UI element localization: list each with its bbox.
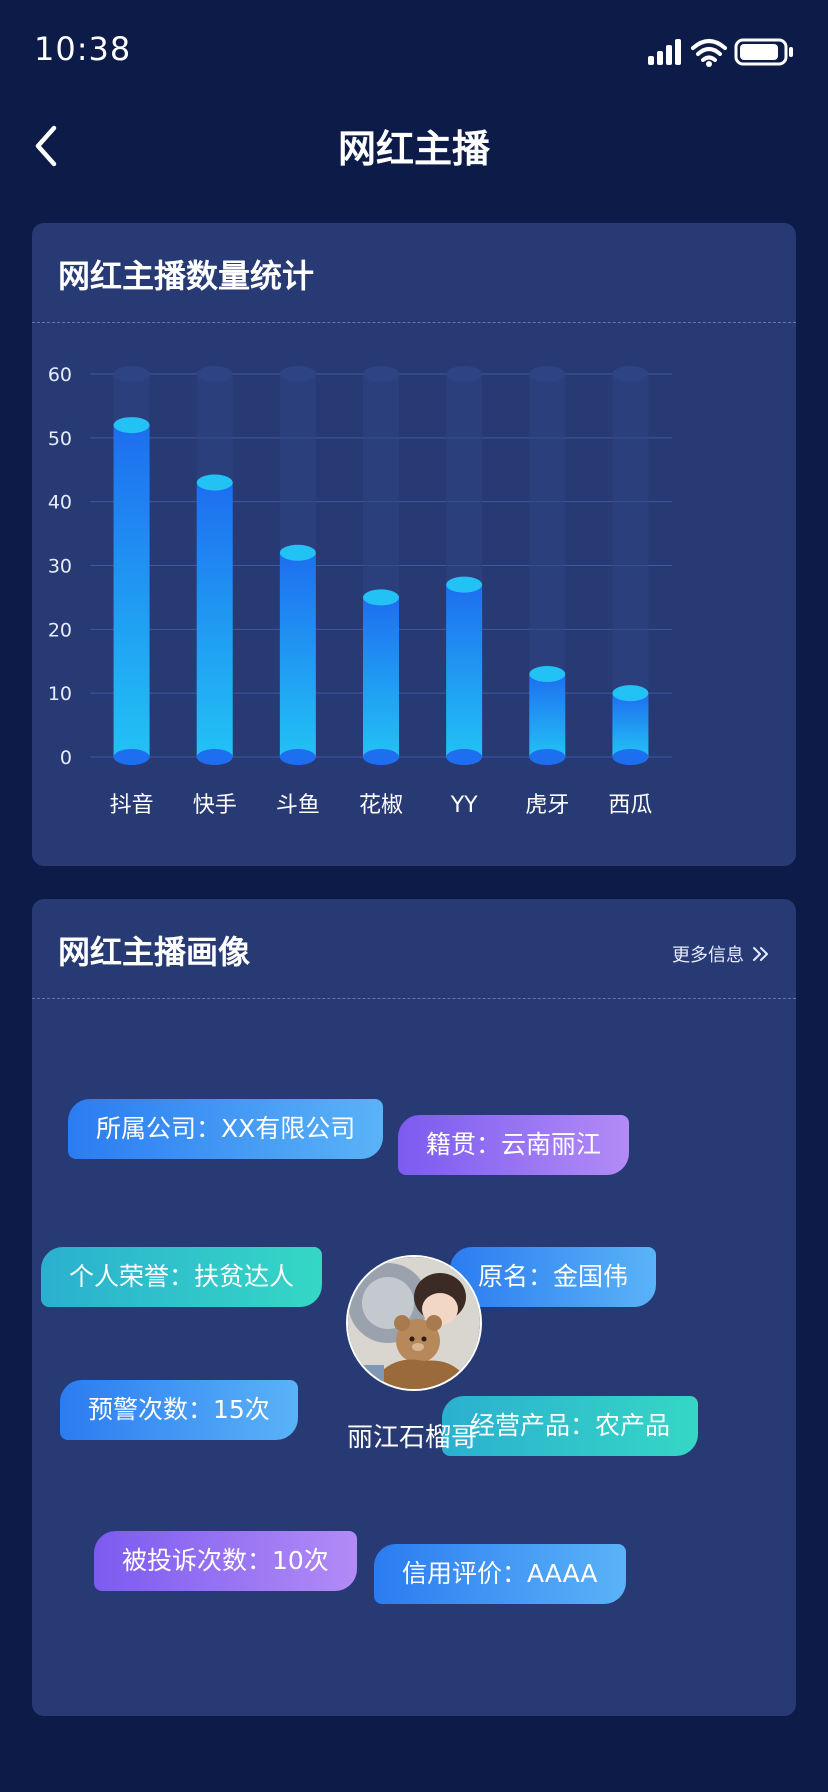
- nav-bar: 网红主播: [0, 100, 828, 190]
- bar-track-cap: [363, 366, 399, 382]
- y-tick-label: 30: [48, 556, 72, 578]
- page-title: 网红主播: [337, 127, 490, 171]
- y-tick-label: 50: [48, 428, 72, 450]
- bar-cap: [196, 474, 233, 491]
- tag-honor[interactable]: 个人荣誉：扶贫达人: [41, 1247, 323, 1307]
- bar[interactable]: [196, 482, 233, 757]
- bar-base: [113, 749, 150, 765]
- tag-warning-count[interactable]: 预警次数：15次: [60, 1380, 298, 1440]
- tag-hometown[interactable]: 籍贯：云南丽江: [398, 1115, 630, 1175]
- status-bar: 10:38: [0, 0, 828, 100]
- profile-card-title: 网红主播画像: [58, 933, 251, 971]
- y-tick-label: 0: [60, 747, 72, 769]
- bar-track-cap: [279, 366, 316, 382]
- bar-cap: [113, 417, 150, 434]
- bar-track-cap: [113, 366, 150, 382]
- y-tick-label: 20: [48, 619, 72, 641]
- tag-complaint-count[interactable]: 被投诉次数：10次: [94, 1531, 357, 1591]
- x-tick-label: 斗鱼: [276, 793, 320, 818]
- bar-cap: [363, 589, 399, 606]
- card-divider: [32, 998, 796, 999]
- x-tick-label: 抖音: [110, 793, 154, 818]
- wifi-icon: [691, 39, 727, 62]
- x-tick-label: 西瓜: [608, 793, 652, 818]
- bar-cap: [446, 576, 483, 593]
- x-tick-label: 花椒: [359, 793, 403, 818]
- double-chevron-right-icon: [753, 947, 768, 961]
- more-info-label: 更多信息: [672, 945, 744, 966]
- status-icons: [648, 38, 793, 67]
- tag-original-name[interactable]: 原名：金国伟: [450, 1247, 657, 1307]
- bar[interactable]: [612, 693, 649, 757]
- avatar[interactable]: [346, 1255, 482, 1391]
- x-tick-label: 虎牙: [525, 793, 569, 818]
- bar-track-cap: [612, 366, 649, 382]
- bar[interactable]: [446, 584, 483, 757]
- bar-cap: [529, 666, 566, 683]
- bar-base: [446, 749, 483, 765]
- bar-track-cap: [529, 366, 566, 382]
- more-info-link[interactable]: 更多信息: [672, 941, 770, 967]
- bar-base: [529, 749, 566, 765]
- anchor-name: 丽江石榴哥: [346, 1423, 477, 1453]
- bar-cap: [612, 685, 649, 702]
- bar-base: [279, 749, 316, 765]
- avatar-photo: [348, 1257, 480, 1389]
- bar[interactable]: [363, 597, 399, 757]
- bar-base: [612, 749, 649, 765]
- bar-cap: [279, 544, 316, 561]
- battery-icon: [734, 38, 793, 66]
- status-time: 10:38: [34, 30, 132, 68]
- bar-track-cap: [196, 366, 233, 382]
- bar-base: [363, 749, 399, 765]
- bar[interactable]: [113, 425, 150, 757]
- bar-base: [196, 749, 233, 765]
- bar[interactable]: [529, 674, 566, 757]
- y-tick-label: 10: [48, 683, 72, 705]
- tag-company[interactable]: 所属公司：XX有限公司: [68, 1099, 384, 1159]
- tag-credit-rating[interactable]: 信用评价：AAAA: [374, 1544, 626, 1604]
- x-tick-label: YY: [450, 793, 478, 818]
- bar-track-cap: [446, 366, 483, 382]
- bar[interactable]: [279, 552, 316, 757]
- anchor-profile-card: 网红主播画像 更多信息 所属公司：XX有限公司 籍贯：云南丽江 个人荣誉：扶贫达…: [32, 899, 796, 1716]
- x-tick-label: 快手: [193, 793, 237, 818]
- anchor-count-card: 网红主播数量统计 0 10 20 30 40 50 60 抖音 快手 斗鱼 花椒 YY 虎牙 西瓜: [32, 223, 796, 866]
- y-tick-label: 40: [48, 492, 72, 514]
- bar-chart: 0 10 20 30 40 50 60 抖音 快手 斗鱼 花椒 YY 虎牙 西瓜: [48, 364, 672, 818]
- y-tick-label: 60: [48, 364, 72, 386]
- signal-icon: [648, 39, 681, 65]
